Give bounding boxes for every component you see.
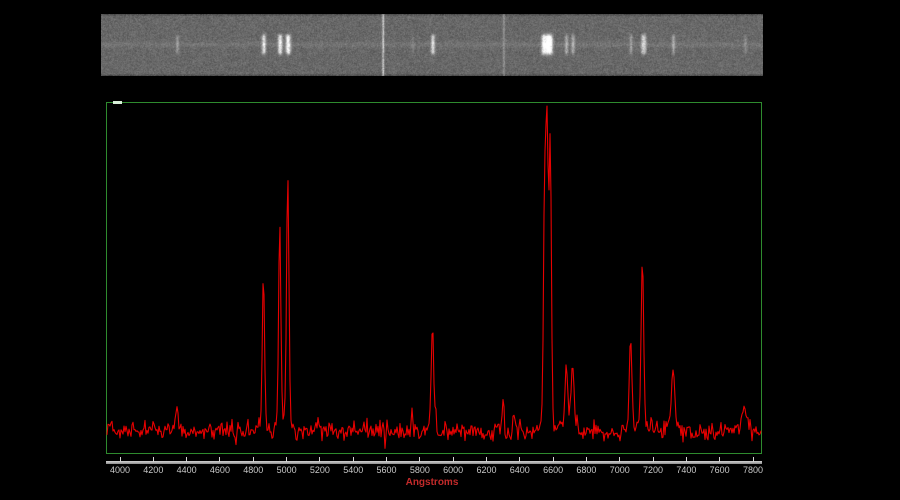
axis-tick <box>486 457 487 462</box>
axis-tick-label: 6000 <box>433 465 473 475</box>
axis-tick <box>453 457 454 462</box>
axis-tick-label: 5600 <box>367 465 407 475</box>
axis-tick-label: 4400 <box>167 465 207 475</box>
axis-tick-label: 6600 <box>533 465 573 475</box>
axis-tick <box>753 457 754 462</box>
x-axis-title: Angstroms <box>382 477 482 488</box>
axis-tick-label: 6200 <box>466 465 506 475</box>
axis-tick-label: 5400 <box>333 465 373 475</box>
axis-tick-label: 7400 <box>666 465 706 475</box>
axis-tick <box>719 457 720 462</box>
axis-tick-label: 5000 <box>267 465 307 475</box>
axis-tick-label: 5200 <box>300 465 340 475</box>
frame-top-highlight <box>113 101 122 104</box>
axis-tick <box>286 457 287 462</box>
axis-tick <box>219 457 220 462</box>
axis-tick <box>553 457 554 462</box>
axis-tick <box>386 457 387 462</box>
axis-tick <box>586 457 587 462</box>
axis-tick <box>686 457 687 462</box>
axis-tick <box>319 457 320 462</box>
axis-tick-label: 4200 <box>133 465 173 475</box>
spectroscopy-display-window: 4000420044004600480050005200540056005800… <box>0 0 900 500</box>
axis-tick <box>186 457 187 462</box>
axis-tick-label: 4600 <box>200 465 240 475</box>
axis-tick <box>153 457 154 462</box>
axis-tick <box>419 457 420 462</box>
spectrum-plot-frame[interactable] <box>106 102 762 454</box>
axis-tick-label: 7600 <box>700 465 740 475</box>
x-axis-bar <box>106 461 762 464</box>
axis-tick-label: 7000 <box>600 465 640 475</box>
axis-tick-label: 4800 <box>233 465 273 475</box>
axis-tick-label: 6800 <box>566 465 606 475</box>
axis-tick <box>653 457 654 462</box>
raw-spectrum-image-strip <box>101 14 763 76</box>
axis-tick-label: 6400 <box>500 465 540 475</box>
axis-tick-label: 7800 <box>733 465 773 475</box>
axis-tick-label: 5800 <box>400 465 440 475</box>
axis-tick-label: 4000 <box>100 465 140 475</box>
axis-tick <box>120 457 121 462</box>
axis-tick <box>519 457 520 462</box>
axis-tick-label: 7200 <box>633 465 673 475</box>
axis-tick <box>253 457 254 462</box>
axis-tick <box>619 457 620 462</box>
axis-tick <box>353 457 354 462</box>
